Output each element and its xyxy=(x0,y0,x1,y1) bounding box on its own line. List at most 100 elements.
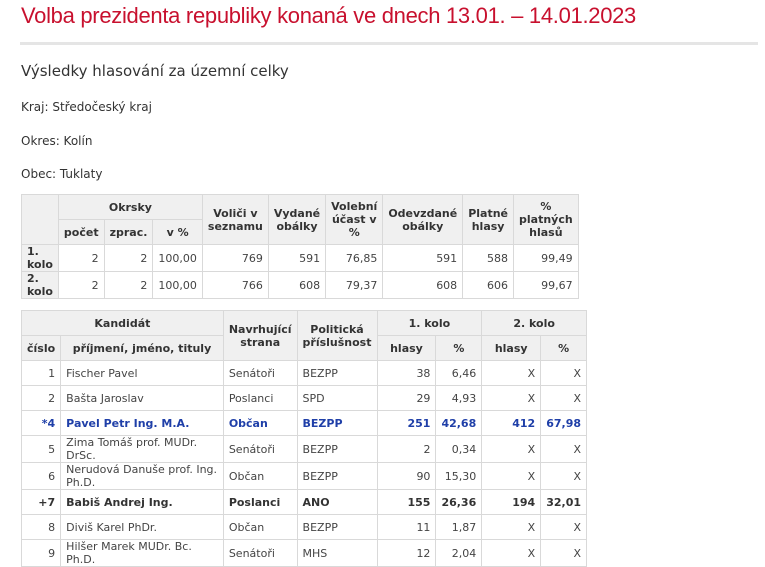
cell-pct-1: 1,87 xyxy=(435,514,483,540)
cell-hlasy-2: X xyxy=(481,514,542,540)
cell-hlasy-1: 90 xyxy=(376,462,437,490)
cell-hlasy-2: X xyxy=(481,385,542,411)
header-prislusnost: Politická příslušnost xyxy=(296,310,378,361)
cell-hlasy-1: 29 xyxy=(376,385,437,411)
cell-hlasy-2: X xyxy=(481,539,542,567)
cell-hlasy-1: 38 xyxy=(376,360,437,386)
cell-cislo: 5 xyxy=(20,435,62,463)
cell-strana: Občan xyxy=(222,410,298,436)
header-zprac: zprac. xyxy=(103,219,154,245)
cell-hlasy-2: X xyxy=(481,435,542,463)
cell-prislusnost: SPD xyxy=(296,385,378,411)
cell-pct-1: 6,46 xyxy=(435,360,483,386)
cell-prislusnost: BEZPP xyxy=(296,410,378,436)
table-row: 5 Zima Tomáš prof. MUDr. DrSc. Senátoři BEZ… xyxy=(20,435,587,463)
cell-prislusnost: BEZPP xyxy=(296,435,378,463)
cell-ucast: 79,37 xyxy=(325,271,384,299)
cell-pocet: 2 xyxy=(57,244,105,272)
cell-vydane: 608 xyxy=(267,271,327,299)
cell-strana: Senátoři xyxy=(222,360,298,386)
title-divider xyxy=(20,42,758,45)
cell-pct-1: 42,68 xyxy=(435,410,483,436)
cell-pct-1: 15,30 xyxy=(435,462,483,490)
cell-cislo: 9 xyxy=(20,539,62,567)
summary-table: Okrsky Voliči v seznamu Vydané obálky Vo… xyxy=(21,194,579,299)
municipality-label: Obec: Tuklaty xyxy=(21,167,103,181)
cell-strana: Občan xyxy=(222,514,298,540)
cell-strana: Poslanci xyxy=(222,385,298,411)
cell-pct-2: X xyxy=(540,385,587,411)
header-pct-2: % xyxy=(540,335,587,361)
header-kolo1: 1. kolo xyxy=(376,310,483,336)
header-okrsky: Okrsky xyxy=(57,194,203,220)
cell-hlasy-2: 194 xyxy=(481,489,542,515)
table-row: 6 Nerudová Danuše prof. Ing. Ph.D. Občan BE… xyxy=(20,462,587,490)
cell-cislo: 8 xyxy=(20,514,62,540)
cell-jmeno: Nerudová Danuše prof. Ing. Ph.D. xyxy=(60,462,224,490)
table-row: 9 Hilšer Marek MUDr. Bc. Ph.D. Senátoři MHS… xyxy=(20,539,587,567)
header-kolo2: 2. kolo xyxy=(481,310,587,336)
row-label: 2. kolo xyxy=(21,271,59,299)
cell-zprac: 2 xyxy=(103,271,154,299)
cell-pct-2: 67,98 xyxy=(540,410,587,436)
cell-pct: 100,00 xyxy=(152,271,203,299)
cell-cislo: 2 xyxy=(20,385,62,411)
cell-prislusnost: BEZPP xyxy=(296,514,378,540)
cell-pct-platnych: 99,49 xyxy=(513,244,579,272)
table-row: 8 Diviš Karel PhDr. Občan BEZPP 11 1,87 X X xyxy=(20,514,587,540)
header-pct: v % xyxy=(152,219,203,245)
cell-hlasy-1: 251 xyxy=(376,410,437,436)
header-cislo: číslo xyxy=(20,335,62,361)
header-empty xyxy=(21,194,59,245)
header-hlasy-2: hlasy xyxy=(481,335,542,361)
cell-prislusnost: ANO xyxy=(296,489,378,515)
cell-cislo: 6 xyxy=(20,462,62,490)
row-label: 1. kolo xyxy=(21,244,59,272)
cell-hlasy-2: X xyxy=(481,360,542,386)
header-strana: Navrhující strana xyxy=(222,310,298,361)
candidates-table: Kandidát Navrhující strana Politická pří… xyxy=(20,310,587,567)
cell-pocet: 2 xyxy=(57,271,105,299)
cell-odevzdane: 608 xyxy=(382,271,464,299)
cell-platne: 606 xyxy=(462,271,514,299)
header-odevzdane: Odevzdané obálky xyxy=(382,194,464,245)
cell-cislo: *4 xyxy=(20,410,62,436)
cell-hlasy-1: 155 xyxy=(376,489,437,515)
cell-pct-2: X xyxy=(540,514,587,540)
table-row: 1. kolo 2 2 100,00 769 591 76,85 591 588… xyxy=(21,244,579,272)
region-label: Kraj: Středočeský kraj xyxy=(21,100,152,114)
cell-volici: 769 xyxy=(201,244,269,272)
cell-prislusnost: BEZPP xyxy=(296,462,378,490)
cell-strana: Občan xyxy=(222,462,298,490)
cell-jmeno: Pavel Petr Ing. M.A. xyxy=(60,410,224,436)
cell-pct-2: X xyxy=(540,539,587,567)
cell-zprac: 2 xyxy=(103,244,154,272)
section-subtitle: Výsledky hlasování za územní celky xyxy=(21,62,289,80)
header-platne: Platné hlasy xyxy=(462,194,514,245)
cell-pct-2: X xyxy=(540,360,587,386)
cell-pct: 100,00 xyxy=(152,244,203,272)
cell-jmeno: Diviš Karel PhDr. xyxy=(60,514,224,540)
cell-jmeno: Zima Tomáš prof. MUDr. DrSc. xyxy=(60,435,224,463)
cell-prislusnost: BEZPP xyxy=(296,360,378,386)
table-row: +7 Babiš Andrej Ing. Poslanci ANO 155 26,36 19… xyxy=(20,489,587,515)
page-title: Volba prezidenta republiky konaná ve dne… xyxy=(21,3,636,28)
cell-pct-2: X xyxy=(540,435,587,463)
cell-pct-platnych: 99,67 xyxy=(513,271,579,299)
cell-hlasy-2: X xyxy=(481,462,542,490)
cell-pct-2: X xyxy=(540,462,587,490)
cell-prislusnost: MHS xyxy=(296,539,378,567)
cell-strana: Senátoři xyxy=(222,539,298,567)
table-row: 1 Fischer Pavel Senátoři BEZPP 38 6,46 X X xyxy=(20,360,587,386)
table-row: 2. kolo 2 2 100,00 766 608 79,37 608 606… xyxy=(21,271,579,299)
cell-odevzdane: 591 xyxy=(382,244,464,272)
header-vydane: Vydané obálky xyxy=(267,194,327,245)
cell-pct-1: 26,36 xyxy=(435,489,483,515)
table-row: 2 Bašta Jaroslav Poslanci SPD 29 4,93 X X xyxy=(20,385,587,411)
cell-pct-1: 2,04 xyxy=(435,539,483,567)
cell-strana: Poslanci xyxy=(222,489,298,515)
cell-pct-1: 4,93 xyxy=(435,385,483,411)
table-row: *4 Pavel Petr Ing. M.A. Občan BEZPP 251 42,68… xyxy=(20,410,587,436)
cell-jmeno: Fischer Pavel xyxy=(60,360,224,386)
cell-cislo: +7 xyxy=(20,489,62,515)
